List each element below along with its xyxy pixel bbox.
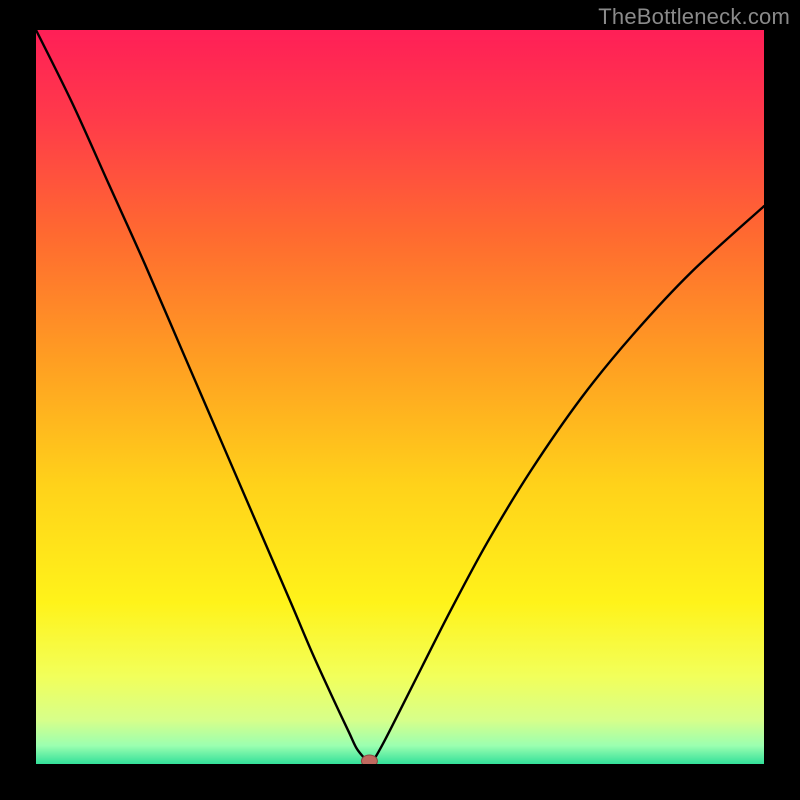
watermark-text: TheBottleneck.com — [598, 4, 790, 30]
plot-area — [36, 30, 764, 764]
bottleneck-chart — [36, 30, 764, 764]
chart-frame: TheBottleneck.com — [0, 0, 800, 800]
gradient-background — [36, 30, 764, 764]
optimal-point-marker — [361, 755, 377, 764]
